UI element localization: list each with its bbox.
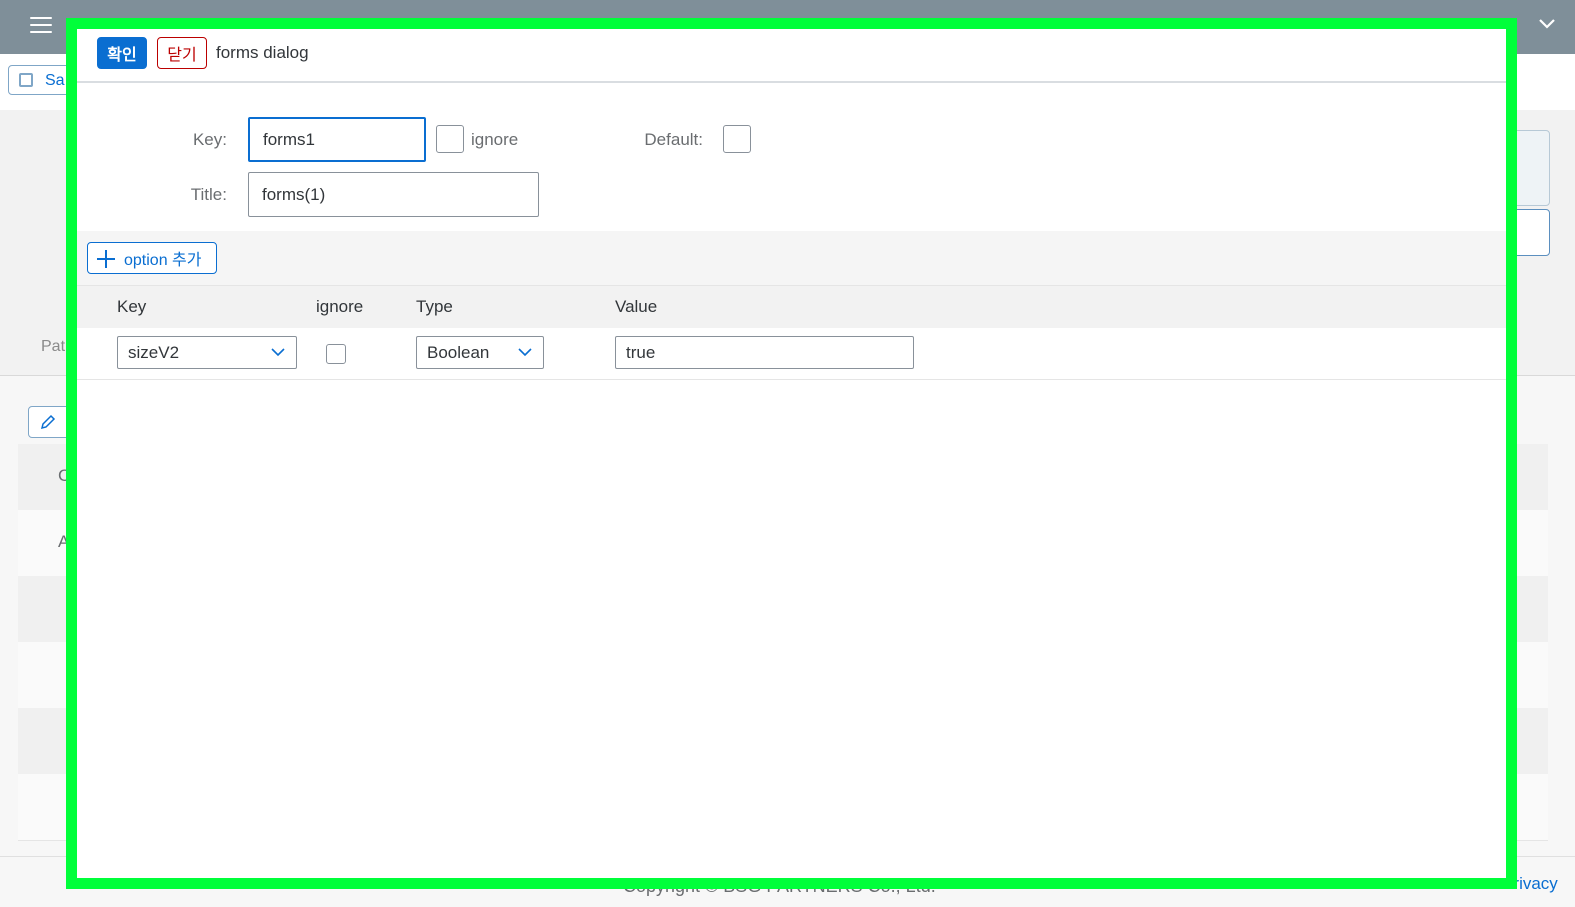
option-type-value: Boolean [427,342,490,362]
close-button[interactable]: 닫기 [157,37,207,69]
option-key-select[interactable]: sizeV2 [117,336,297,369]
save-button-label: Sa [45,72,65,89]
menu-icon[interactable] [30,17,52,37]
column-header-type: Type [416,297,453,316]
column-header-value: Value [615,297,658,316]
options-table-header: Key ignore Type Value [77,285,1506,329]
add-option-button[interactable]: option 추가 [87,242,217,274]
add-option-label: option 추가 [124,252,202,269]
key-input[interactable]: forms1 [248,117,426,162]
column-header-ignore: ignore [316,297,364,316]
option-key-value: sizeV2 [128,342,180,362]
ignore-label: ignore [471,130,519,149]
title-input[interactable]: forms(1) [248,172,539,217]
chevron-down-icon [517,345,532,359]
default-label: Default: [644,130,703,149]
default-checkbox[interactable] [723,125,751,153]
confirm-button[interactable]: 확인 [97,37,147,69]
option-type-select[interactable]: Boolean [416,336,544,369]
save-icon [19,73,33,87]
dialog-title: forms dialog [216,43,309,62]
key-label: Key: [192,130,227,149]
chevron-down-icon [270,345,285,359]
background-label: Pat [41,338,66,355]
column-header-key: Key [117,297,147,316]
dialog-header: 확인 닫기 forms dialog [77,29,1506,83]
chevron-down-icon[interactable] [1537,14,1557,40]
plus-icon [97,250,115,268]
option-ignore-checkbox[interactable] [326,344,346,364]
key-ignore-checkbox[interactable] [436,125,464,153]
option-toolbar: option 추가 [77,231,1506,285]
table-row: sizeV2 Boolean true [77,328,1506,380]
forms-dialog: 확인 닫기 forms dialog Key: forms1 ignore De… [66,18,1517,889]
title-label: Title: [190,185,227,204]
option-value-input[interactable]: true [615,336,914,369]
